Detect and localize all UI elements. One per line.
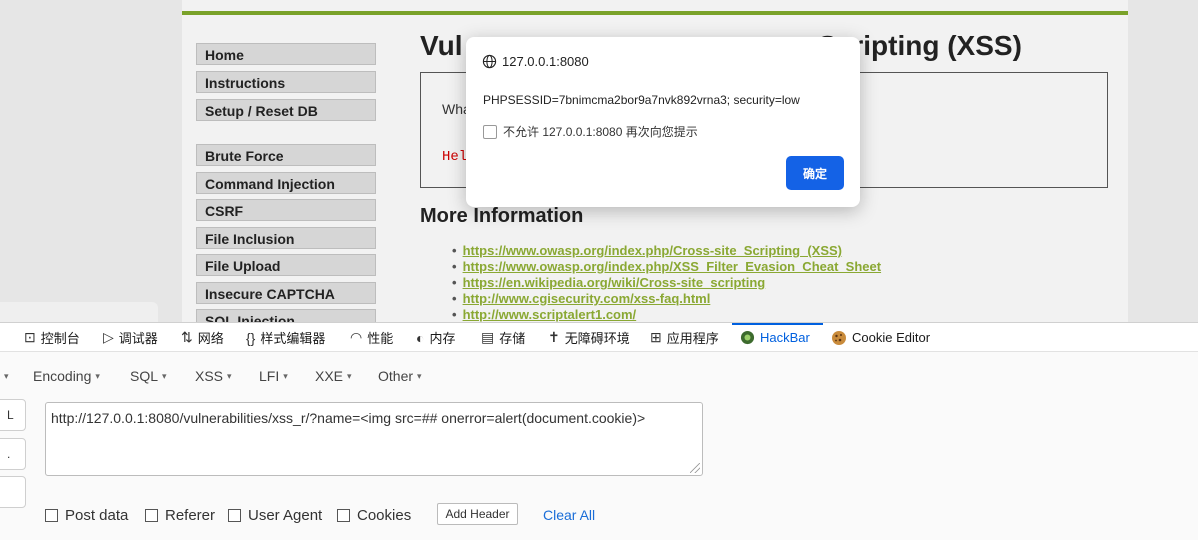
page-title-left: Vul <box>420 30 463 61</box>
alert-dialog: 127.0.0.1:8080 PHPSESSID=7bnimcma2bor9a7… <box>466 37 860 207</box>
page-header-bar <box>182 11 1128 15</box>
ok-button[interactable]: 确定 <box>786 156 844 190</box>
post-data-option[interactable]: Post data <box>45 507 128 524</box>
menu-xss[interactable]: XSS ▾ <box>195 368 232 384</box>
info-link[interactable]: • http://www.scriptalert1.com/ <box>452 307 636 322</box>
suppress-prompt-label: 不允许 127.0.0.1:8080 再次向您提示 <box>503 125 698 139</box>
globe-icon <box>482 54 497 69</box>
info-link[interactable]: • http://www.cgisecurity.com/xss-faq.html <box>452 291 710 306</box>
tab-storage[interactable]: ▤ 存储 <box>481 323 525 352</box>
add-header-button[interactable]: Add Header <box>437 503 518 525</box>
menu-item-brute-force[interactable]: Brute Force <box>196 144 376 166</box>
tab-application[interactable]: ⊞ 应用程序 <box>650 323 719 352</box>
style-editor-icon: {} <box>246 329 256 346</box>
url-textarea[interactable]: http://127.0.0.1:8080/vulnerabilities/xs… <box>45 402 703 476</box>
devtools-tab-bar: ⁞ ⊡控制台 ▷调试器 ⇅网络 {}样式编辑器 ◠性能 ◐内存 ▤存储 ✝无障碍… <box>0 322 1198 352</box>
url-value: http://127.0.0.1:8080/vulnerabilities/xs… <box>51 410 646 426</box>
tab-cookie-editor[interactable]: Cookie Editor <box>831 323 930 352</box>
referer-checkbox[interactable] <box>145 509 158 522</box>
chevron-down-icon: ▾ <box>227 371 232 381</box>
menu-xxe[interactable]: XXE ▾ <box>315 368 352 384</box>
tab-style-editor[interactable]: {} 样式编辑器 <box>246 323 325 352</box>
referer-option[interactable]: Referer <box>145 507 215 524</box>
user-agent-checkbox[interactable] <box>228 509 241 522</box>
user-agent-option[interactable]: User Agent <box>228 507 322 524</box>
alert-origin-text: 127.0.0.1:8080 <box>502 54 589 69</box>
menu-item-insecure-captcha[interactable]: Insecure CAPTCHA <box>196 282 376 304</box>
cookies-checkbox[interactable] <box>337 509 350 522</box>
menu-other[interactable]: Other ▾ <box>378 368 422 384</box>
tab-accessibility[interactable]: ✝ 无障碍环境 <box>548 323 630 352</box>
menu-item-command-injection[interactable]: Command Injection <box>196 172 376 194</box>
hackbar-icon <box>740 330 755 345</box>
cookies-option[interactable]: Cookies <box>337 507 411 524</box>
performance-icon: ◠ <box>350 329 363 345</box>
menu-item-home[interactable]: Home <box>196 43 376 65</box>
debugger-icon: ▷ <box>103 329 114 345</box>
menu-lfi[interactable]: LFI ▾ <box>259 368 288 384</box>
tab-hackbar[interactable]: HackBar <box>740 323 810 352</box>
menu-item-file-inclusion[interactable]: File Inclusion <box>196 227 376 249</box>
suppress-prompt-checkbox[interactable] <box>483 124 497 139</box>
inspector-tab-partial[interactable]: ⁞ <box>0 323 1 352</box>
menu-sql[interactable]: SQL ▾ <box>130 368 167 384</box>
tab-debugger[interactable]: ▷ 调试器 <box>103 323 158 352</box>
network-icon: ⇅ <box>181 329 193 345</box>
suppress-prompt-row: 不允许 127.0.0.1:8080 再次向您提示 <box>483 123 698 140</box>
chevron-down-icon: ▾ <box>95 371 100 381</box>
inspector-icon: ⁞ <box>0 330 1 346</box>
memory-icon: ◐ <box>416 329 425 346</box>
menu-previous-caret[interactable]: ▾ <box>0 368 9 384</box>
cookie-icon <box>832 330 846 345</box>
menu-item-setup[interactable]: Setup / Reset DB <box>196 99 376 121</box>
accessibility-icon: ✝ <box>548 329 560 345</box>
execute-button[interactable] <box>0 476 26 508</box>
load-url-button[interactable]: L <box>0 399 26 431</box>
info-link[interactable]: • https://en.wikipedia.org/wiki/Cross-sit… <box>452 275 765 290</box>
resize-grip-icon[interactable] <box>690 463 700 473</box>
alert-message: PHPSESSID=7bnimcma2bor9a7nvk892vrna3; se… <box>483 93 800 107</box>
info-link[interactable]: • https://www.owasp.org/index.php/Cross-s… <box>452 243 842 258</box>
info-link[interactable]: • https://www.owasp.org/index.php/XSS_Fil… <box>452 259 881 274</box>
console-icon: ⊡ <box>24 329 36 345</box>
chevron-down-icon: ▾ <box>417 371 422 381</box>
chevron-down-icon: ▾ <box>162 371 167 381</box>
hackbar-body: L . http://127.0.0.1:8080/vulnerabilitie… <box>0 398 1198 540</box>
chevron-down-icon: ▾ <box>347 371 352 381</box>
page-margin-left <box>0 0 182 322</box>
alert-origin: 127.0.0.1:8080 <box>482 54 589 69</box>
menu-item-sql-injection[interactable]: SQL Injection <box>196 309 376 322</box>
page-margin-right <box>1128 0 1198 322</box>
chevron-down-icon: ▾ <box>283 371 288 381</box>
more-information-heading: More Information <box>420 205 584 227</box>
post-data-checkbox[interactable] <box>45 509 58 522</box>
menu-item-instructions[interactable]: Instructions <box>196 71 376 93</box>
clear-all-link[interactable]: Clear All <box>543 507 595 523</box>
page-side-panel <box>0 302 158 322</box>
tab-performance[interactable]: ◠ 性能 <box>350 323 393 352</box>
application-icon: ⊞ <box>650 329 662 345</box>
tab-memory[interactable]: ◐ 内存 <box>416 323 455 352</box>
menu-encoding[interactable]: Encoding ▾ <box>33 368 100 384</box>
tab-network[interactable]: ⇅ 网络 <box>181 323 224 352</box>
active-tab-indicator <box>732 323 823 325</box>
menu-item-file-upload[interactable]: File Upload <box>196 254 376 276</box>
menu-item-csrf[interactable]: CSRF <box>196 199 376 221</box>
split-url-button[interactable]: . <box>0 438 26 470</box>
hackbar-toolbar: ▾ Encoding ▾ SQL ▾ XSS ▾ LFI ▾ XXE ▾ Other ▾ <box>0 352 1198 398</box>
storage-icon: ▤ <box>481 329 495 345</box>
tab-console[interactable]: ⊡ 控制台 <box>24 323 80 352</box>
hello-output: Hel <box>442 149 468 165</box>
